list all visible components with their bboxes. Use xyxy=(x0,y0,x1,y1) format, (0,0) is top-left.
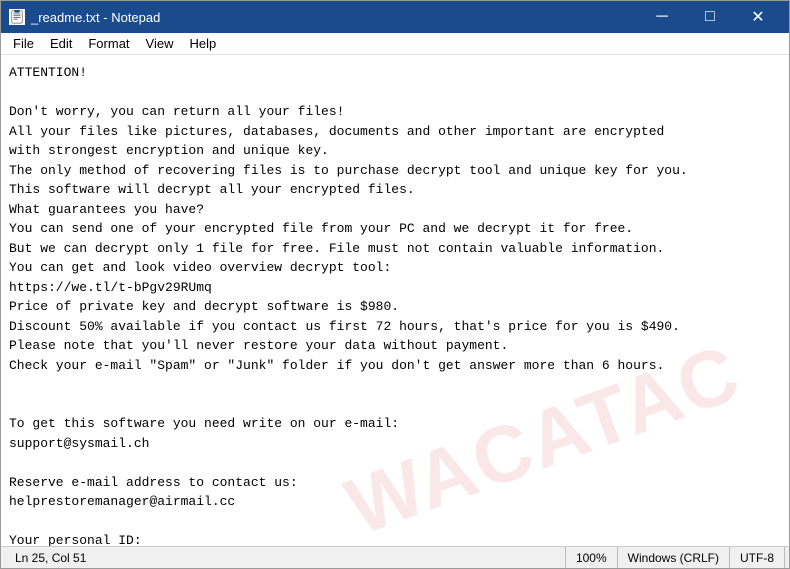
menu-format[interactable]: Format xyxy=(80,34,137,53)
text-area-wrapper[interactable]: ATTENTION! Don't worry, you can return a… xyxy=(1,55,789,546)
menu-bar: File Edit Format View Help xyxy=(1,33,789,55)
notepad-window: _readme.txt - Notepad ─ □ ✕ File Edit Fo… xyxy=(0,0,790,569)
maximize-button[interactable]: □ xyxy=(687,1,733,33)
status-line-ending: Windows (CRLF) xyxy=(618,547,730,568)
notepad-icon xyxy=(9,9,25,25)
menu-help[interactable]: Help xyxy=(181,34,224,53)
title-bar-left: _readme.txt - Notepad xyxy=(9,9,160,25)
menu-edit[interactable]: Edit xyxy=(42,34,80,53)
window-title: _readme.txt - Notepad xyxy=(31,10,160,25)
menu-file[interactable]: File xyxy=(5,34,42,53)
status-encoding: UTF-8 xyxy=(730,547,785,568)
status-zoom: 100% xyxy=(566,547,618,568)
minimize-button[interactable]: ─ xyxy=(639,1,685,33)
text-content: ATTENTION! Don't worry, you can return a… xyxy=(9,63,783,546)
menu-view[interactable]: View xyxy=(138,34,182,53)
window-controls: ─ □ ✕ xyxy=(639,1,781,33)
status-bar: Ln 25, Col 51 100% Windows (CRLF) UTF-8 xyxy=(1,546,789,568)
close-button[interactable]: ✕ xyxy=(735,1,781,33)
status-position: Ln 25, Col 51 xyxy=(5,547,566,568)
title-bar: _readme.txt - Notepad ─ □ ✕ xyxy=(1,1,789,33)
content-area: ATTENTION! Don't worry, you can return a… xyxy=(1,55,789,546)
